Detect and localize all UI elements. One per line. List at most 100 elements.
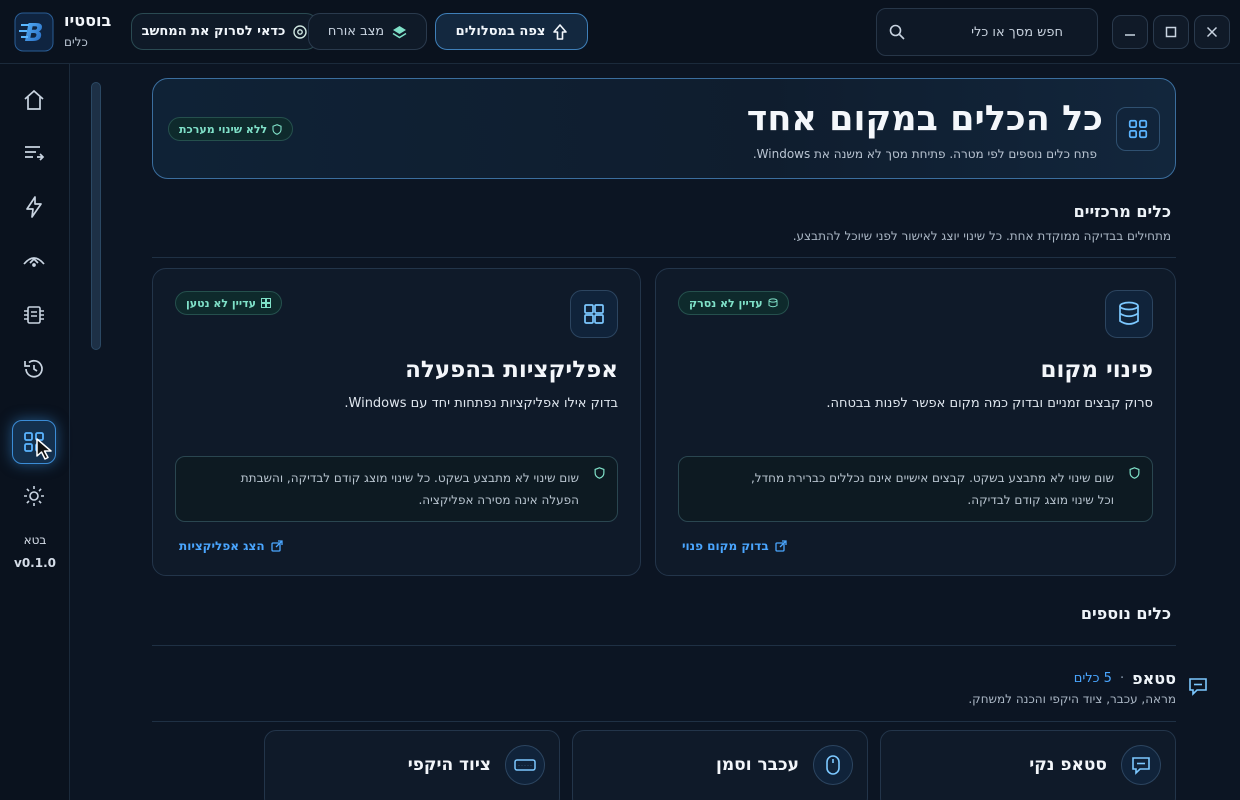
chat-icon: [1132, 757, 1150, 775]
safety-note-line: וכל שינוי מוצג קודם לבדיקה.: [967, 493, 1114, 507]
maximize-button[interactable]: [1153, 15, 1189, 49]
top-bar: B בוסטיו כלים כדאי לסרוק את המחשב מצב או…: [0, 0, 1240, 64]
nav-history[interactable]: [12, 347, 56, 391]
check-space-link[interactable]: בדוק מקום פנוי: [682, 539, 787, 553]
safety-note-line: שום שינוי לא מתבצע בשקט. כל שינוי מוצג ק…: [240, 471, 579, 485]
shield-icon: [594, 467, 605, 479]
card-icon-box: [570, 290, 618, 338]
cursor-icon: [36, 438, 52, 460]
page-title: כל הכלים במקום אחד: [746, 99, 1103, 139]
card-title: אפליקציות בהפעלה: [405, 357, 618, 383]
tile-icon-box: [813, 745, 853, 785]
keyboard-icon: [514, 759, 536, 771]
database-icon: [1119, 301, 1139, 325]
nav-tools[interactable]: [12, 420, 56, 464]
network-icon: [23, 257, 45, 267]
core-tools-description: מתחילים בבדיקה ממוקדת אחת. כל שינוי יוצג…: [792, 229, 1171, 243]
grid-icon: [1128, 119, 1148, 139]
view-routes-label: צפה במסלולים: [455, 24, 546, 39]
tile-icon-box: [1121, 745, 1161, 785]
tool-card-startup: אפליקציות בהפעלה בדוק אילו אפליקציות נפת…: [152, 268, 641, 576]
target-icon: [293, 24, 308, 39]
tool-tile-clean-setup[interactable]: סטאפ נקי: [880, 730, 1176, 800]
apps-icon: [584, 304, 604, 324]
group-count: 5 כלים: [1073, 671, 1112, 686]
hero-banner: כל הכלים במקום אחד פתח כלים נוספים לפי מ…: [152, 78, 1176, 179]
nav-network[interactable]: [12, 239, 56, 283]
tile-title: ציוד היקפי: [407, 755, 491, 775]
card-title: פינוי מקום: [1040, 357, 1153, 383]
core-tools-title: כלים מרכזיים: [1073, 202, 1171, 221]
arrow-up-icon: [553, 23, 568, 40]
minimize-icon: [1125, 34, 1135, 36]
app-logo: B: [14, 12, 54, 52]
group-name: סטאפ: [1132, 669, 1176, 688]
tile-title: סטאפ נקי: [1029, 755, 1107, 775]
home-icon: [24, 89, 44, 110]
app-name: בוסטיו: [64, 11, 112, 30]
status-badge-label: עדיין לא נסרק: [689, 296, 763, 310]
no-system-change-badge: ללא שינוי מערכת: [168, 117, 294, 141]
group-description: מראה, עכבר, ציוד היקפי והכנה למשחק.: [968, 692, 1176, 706]
scan-prompt-button[interactable]: כדאי לסרוק את המחשב: [131, 13, 318, 50]
tool-tile-mouse[interactable]: עכבר וסמן: [572, 730, 868, 800]
layers-icon: [392, 25, 407, 38]
card-icon-box: [1105, 290, 1153, 338]
safety-note-line: הפעלה אינה מסירה אפליקציה.: [418, 493, 579, 507]
status-badge: עדיין לא נטען: [175, 291, 282, 315]
safety-note: שום שינוי לא מתבצע בשקט. כל שינוי מוצג ק…: [175, 456, 618, 522]
nav-home[interactable]: [12, 78, 56, 122]
tool-card-cleanup: פינוי מקום סרוק קבצים זמניים ובדוק כמה מ…: [655, 268, 1176, 576]
main-content: כל הכלים במקום אחד פתח כלים נוספים לפי מ…: [120, 64, 1240, 800]
badge-label: ללא שינוי מערכת: [179, 122, 268, 136]
chat-icon: [1189, 678, 1207, 696]
shield-icon: [272, 123, 282, 135]
history-icon: [24, 359, 43, 378]
close-icon: [1206, 26, 1218, 38]
shield-icon: [1129, 467, 1140, 479]
guest-mode-button[interactable]: מצב אורח: [308, 13, 427, 50]
tool-group-header[interactable]: סטאפ · 5 כלים: [1074, 669, 1176, 688]
search-box[interactable]: [876, 8, 1098, 56]
section-divider: [152, 645, 1176, 646]
version-label: v0.1.0: [14, 556, 56, 570]
card-description: סרוק קבצים זמניים ובדוק כמה מקום אפשר לפ…: [826, 396, 1153, 411]
hero-icon-box: [1116, 107, 1160, 151]
tile-icon-box: [505, 745, 545, 785]
section-divider: [152, 257, 1176, 258]
svg-text:B: B: [24, 18, 43, 47]
bolt-icon: [26, 196, 42, 218]
nav-appearance[interactable]: [12, 474, 56, 518]
more-tools-title: כלים נוספים: [1080, 604, 1171, 623]
scan-prompt-label: כדאי לסרוק את המחשב: [141, 24, 286, 39]
app-window: B בוסטיו כלים כדאי לסרוק את המחשב מצב או…: [0, 0, 1240, 800]
content-scrollbar[interactable]: [91, 82, 101, 350]
nav-hardware[interactable]: [12, 293, 56, 337]
card-description: בדוק אילו אפליקציות נפתחות יחד עם Window…: [344, 396, 618, 411]
sun-icon: [24, 486, 44, 506]
status-badge-label: עדיין לא נטען: [186, 296, 256, 310]
nav-routes[interactable]: [12, 131, 56, 175]
close-button[interactable]: [1194, 15, 1230, 49]
guest-mode-label: מצב אורח: [327, 24, 385, 39]
sidebar: בטא v0.1.0: [0, 64, 70, 800]
external-link-icon: [270, 540, 283, 552]
check-space-link-label: בדוק מקום פנוי: [682, 539, 769, 553]
show-apps-link-label: הצג אפליקציות: [179, 539, 265, 553]
page-description: פתח כלים נוספים לפי מטרה. פתיחת מסך לא מ…: [752, 147, 1097, 161]
nav-boost[interactable]: [12, 185, 56, 229]
chip-icon: [24, 306, 44, 324]
section-divider: [152, 721, 1176, 722]
channel-label: בטא: [23, 533, 47, 547]
status-badge: עדיין לא נסרק: [678, 291, 789, 315]
external-link-icon: [775, 540, 787, 552]
group-separator: ·: [1119, 671, 1125, 686]
show-apps-link[interactable]: הצג אפליקציות: [179, 539, 283, 553]
view-routes-button[interactable]: צפה במסלולים: [435, 13, 588, 50]
tool-tile-peripherals[interactable]: ציוד היקפי: [264, 730, 560, 800]
minimize-button[interactable]: [1112, 15, 1148, 49]
tile-title: עכבר וסמן: [716, 755, 799, 775]
safety-note-line: שום שינוי לא מתבצע בשקט. קבצים אישיים אי…: [750, 471, 1114, 485]
search-input[interactable]: [913, 24, 1063, 40]
app-section: כלים: [64, 35, 88, 49]
